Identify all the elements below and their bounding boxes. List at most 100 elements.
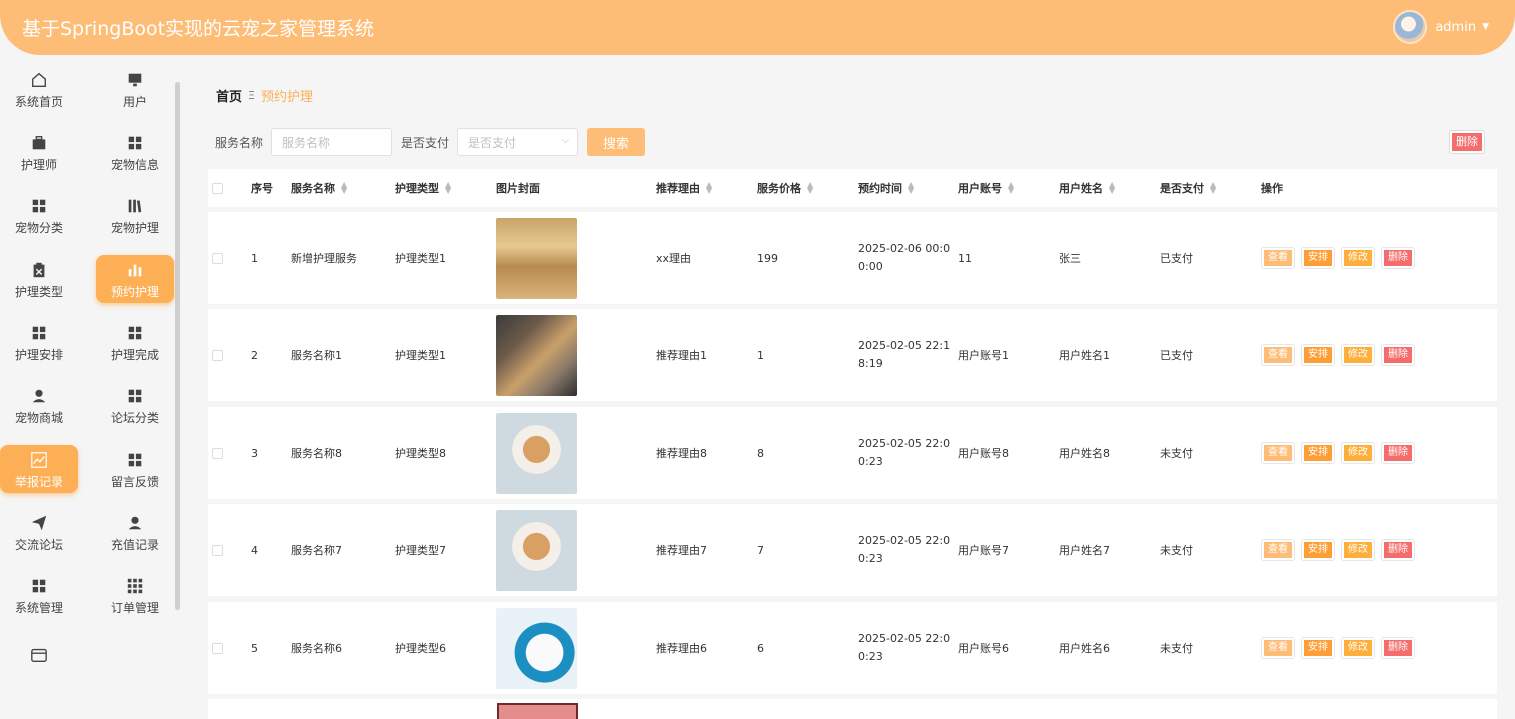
sort-icon[interactable]: ▲ ▼: [807, 181, 813, 195]
column-header[interactable]: 服务名称 ▲ ▼: [291, 169, 347, 207]
cell-price: 1: [757, 348, 764, 362]
sidebar-item[interactable]: 宠物信息: [96, 128, 174, 176]
column-header: 图片封面: [496, 169, 540, 207]
cover-image[interactable]: [496, 217, 577, 299]
column-header[interactable]: 用户账号 ▲ ▼: [958, 169, 1014, 207]
delete-button[interactable]: 删除: [1381, 247, 1415, 269]
delete-button[interactable]: 删除: [1381, 539, 1415, 561]
arrange-button[interactable]: 安排: [1301, 247, 1335, 269]
column-header[interactable]: 服务价格 ▲ ▼: [757, 169, 813, 207]
caret-down-icon[interactable]: ▼: [1482, 22, 1489, 32]
sort-icon[interactable]: ▲ ▼: [706, 181, 712, 195]
column-header[interactable]: 推荐理由 ▲ ▼: [656, 169, 712, 207]
sidebar-item[interactable]: 宠物商城: [0, 381, 78, 429]
sidebar-item[interactable]: 论坛分类: [96, 381, 174, 429]
row-checkbox[interactable]: [212, 544, 223, 556]
row-checkbox[interactable]: [212, 349, 223, 361]
cell-price: 7: [757, 543, 764, 557]
sort-icon[interactable]: ▲ ▼: [341, 181, 347, 195]
edit-button[interactable]: 修改: [1341, 637, 1375, 659]
arrange-button-label: 安排: [1304, 640, 1332, 656]
column-header: 序号: [251, 169, 273, 207]
cell-user-name: 用户姓名1: [1059, 349, 1110, 362]
service-name-input[interactable]: 服务名称: [271, 128, 393, 156]
breadcrumb-home[interactable]: 首页: [216, 86, 242, 105]
sort-icon[interactable]: ▲ ▼: [1210, 181, 1216, 195]
sidebar-item[interactable]: [0, 632, 78, 680]
sidebar-item[interactable]: 护理安排: [0, 318, 78, 366]
edit-button[interactable]: 修改: [1341, 247, 1375, 269]
cell-time: 2025-02-05 22:00:23: [858, 632, 951, 663]
arrange-button[interactable]: 安排: [1301, 442, 1335, 464]
sort-icon[interactable]: ▲ ▼: [1008, 181, 1014, 195]
cell-price: 199: [757, 251, 778, 265]
sidebar-item[interactable]: 系统管理: [0, 571, 78, 619]
row-checkbox[interactable]: [212, 447, 223, 459]
paid-select-placeholder: 是否支付: [468, 135, 517, 150]
row-checkbox[interactable]: [212, 642, 223, 654]
view-button-label: 查看: [1264, 542, 1292, 558]
cell-price: 8: [757, 446, 764, 460]
cover-image[interactable]: [496, 509, 577, 591]
sidebar-item[interactable]: 系统首页: [0, 65, 78, 113]
sort-icon[interactable]: ▲ ▼: [908, 181, 914, 195]
edit-button[interactable]: 修改: [1341, 539, 1375, 561]
delete-button[interactable]: 删除: [1381, 442, 1415, 464]
sidebar-item-label: 预约护理: [110, 284, 159, 299]
table-row: [208, 699, 1497, 719]
select-all-checkbox[interactable]: [212, 182, 223, 194]
view-button[interactable]: 查看: [1261, 247, 1295, 269]
view-button-label: 查看: [1264, 347, 1292, 363]
column-header[interactable]: 预约时间 ▲ ▼: [858, 169, 914, 207]
grid-icon: [126, 449, 144, 471]
sidebar-item[interactable]: 宠物分类: [0, 191, 78, 239]
view-button[interactable]: 查看: [1261, 442, 1295, 464]
cover-image[interactable]: [496, 412, 577, 494]
arrange-button[interactable]: 安排: [1301, 539, 1335, 561]
column-header[interactable]: 用户姓名 ▲ ▼: [1059, 169, 1115, 207]
view-button[interactable]: 查看: [1261, 539, 1295, 561]
row-checkbox[interactable]: [212, 252, 223, 264]
user-menu[interactable]: admin ▼: [1393, 10, 1489, 44]
column-header[interactable]: 护理类型 ▲ ▼: [395, 169, 451, 207]
edit-button[interactable]: 修改: [1341, 344, 1375, 366]
home-icon: [30, 69, 48, 91]
sidebar-item[interactable]: 预约护理: [96, 255, 174, 303]
sidebar-item[interactable]: 护理完成: [96, 318, 174, 366]
cell-paid: 已支付: [1160, 252, 1193, 265]
username[interactable]: admin: [1435, 20, 1476, 35]
sidebar-item[interactable]: 留言反馈: [96, 445, 174, 493]
sort-icon[interactable]: ▲ ▼: [1109, 181, 1115, 195]
avatar[interactable]: [1393, 10, 1428, 44]
sidebar-item[interactable]: 用户: [96, 65, 174, 113]
service-name-label: 服务名称: [215, 135, 264, 150]
view-button[interactable]: 查看: [1261, 344, 1295, 366]
search-button[interactable]: 搜索: [587, 128, 646, 156]
arrange-button[interactable]: 安排: [1301, 344, 1335, 366]
arrange-button-label: 安排: [1304, 347, 1332, 363]
sidebar-item[interactable]: 护理类型: [0, 255, 78, 303]
sidebar-item[interactable]: 护理师: [0, 128, 78, 176]
sidebar-item[interactable]: 充值记录: [96, 508, 174, 556]
cell-account: 用户账号8: [958, 447, 1009, 460]
sidebar-item[interactable]: 举报记录: [0, 445, 78, 493]
view-button[interactable]: 查看: [1261, 637, 1295, 659]
paid-select[interactable]: 是否支付 ⌵: [457, 128, 579, 156]
sidebar-item-label: 护理师: [20, 157, 57, 172]
delete-button[interactable]: 删除: [1381, 344, 1415, 366]
column-header[interactable]: 是否支付 ▲ ▼: [1160, 169, 1216, 207]
sort-icon[interactable]: ▲ ▼: [445, 181, 451, 195]
books-icon: [126, 195, 144, 217]
cell-care-type: 护理类型7: [395, 544, 446, 557]
arrange-button[interactable]: 安排: [1301, 637, 1335, 659]
batch-delete-button[interactable]: 删除: [1449, 130, 1485, 154]
sidebar-item[interactable]: 订单管理: [96, 571, 174, 619]
sidebar-item[interactable]: 宠物护理: [96, 191, 174, 239]
sidebar-item[interactable]: 交流论坛: [0, 508, 78, 556]
breadcrumb-separator: Ξ: [248, 89, 255, 102]
sidebar-scrollbar[interactable]: [175, 82, 180, 610]
cover-image[interactable]: [496, 314, 577, 396]
delete-button[interactable]: 删除: [1381, 637, 1415, 659]
cover-image[interactable]: [496, 607, 577, 689]
edit-button[interactable]: 修改: [1341, 442, 1375, 464]
